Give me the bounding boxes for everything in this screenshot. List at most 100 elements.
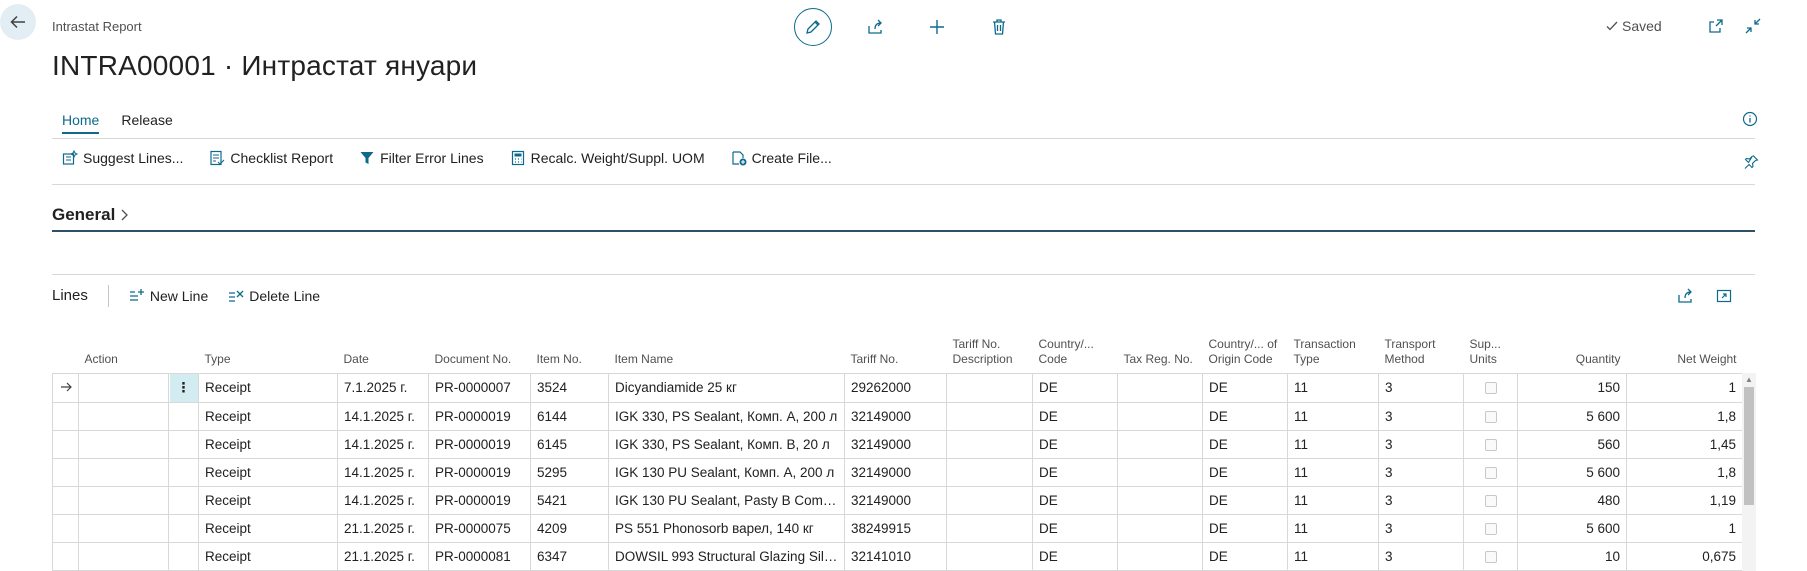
cell-action[interactable] <box>78 429 169 458</box>
col-supplementary-units[interactable]: Sup... Units <box>1464 316 1518 373</box>
cell-tariff-no[interactable]: 38249915 <box>844 513 947 542</box>
delete-button[interactable] <box>980 8 1018 46</box>
col-item-no[interactable]: Item No. <box>531 316 609 373</box>
cell-tax-reg-no[interactable] <box>1117 401 1203 430</box>
cell-transport-method[interactable]: 3 <box>1378 401 1464 430</box>
cell-document-no[interactable]: PR-0000081 <box>428 541 531 571</box>
cell-document-no[interactable]: PR-0000019 <box>428 485 531 514</box>
tab-release[interactable]: Release <box>121 112 172 134</box>
cell-country-of-origin[interactable]: DE <box>1202 513 1288 542</box>
lines-expand-button[interactable] <box>1713 285 1735 307</box>
cell-item-name[interactable]: Dicyandiamide 25 кг <box>608 372 845 402</box>
cell-supplementary-units[interactable] <box>1463 457 1518 486</box>
table-row[interactable]: ⋮ Receipt 7.1.2025 г. PR-0000007 3524 Di… <box>52 372 1743 402</box>
cell-tariff-no[interactable]: 32149000 <box>844 429 947 458</box>
cell-action[interactable] <box>78 401 169 430</box>
cell-transport-method[interactable]: 3 <box>1378 485 1464 514</box>
cell-tax-reg-no[interactable] <box>1117 513 1203 542</box>
cell-item-no[interactable]: 6145 <box>530 429 609 458</box>
cell-tax-reg-no[interactable] <box>1117 457 1203 486</box>
row-menu-cell[interactable] <box>168 457 199 486</box>
cell-country-of-origin[interactable]: DE <box>1202 401 1288 430</box>
col-country-of-origin[interactable]: Country/... of Origin Code <box>1203 316 1288 373</box>
cell-tax-reg-no[interactable] <box>1117 429 1203 458</box>
checklist-report-button[interactable]: Checklist Report <box>209 150 333 166</box>
cell-action[interactable] <box>78 541 169 571</box>
back-button[interactable] <box>0 4 36 40</box>
cell-tariff-description[interactable] <box>946 485 1033 514</box>
cell-supplementary-units[interactable] <box>1463 372 1518 402</box>
cell-tax-reg-no[interactable] <box>1117 541 1203 571</box>
cell-transport-method[interactable]: 3 <box>1378 457 1464 486</box>
supplementary-units-checkbox[interactable] <box>1484 382 1497 395</box>
table-row[interactable]: Receipt 21.1.2025 г. PR-0000075 4209 PS … <box>52 513 1743 542</box>
cell-action[interactable] <box>78 457 169 486</box>
supplementary-units-checkbox[interactable] <box>1484 494 1497 507</box>
cell-transaction-type[interactable]: 11 <box>1287 401 1379 430</box>
table-row[interactable]: Receipt 21.1.2025 г. PR-0000081 6347 DOW… <box>52 541 1743 571</box>
row-menu-cell[interactable] <box>168 401 199 430</box>
table-row[interactable]: Receipt 14.1.2025 г. PR-0000019 6145 IGK… <box>52 429 1743 458</box>
cell-action[interactable] <box>78 485 169 514</box>
cell-country-of-origin[interactable]: DE <box>1202 372 1288 402</box>
cell-tariff-no[interactable]: 32149000 <box>844 457 947 486</box>
cell-tariff-description[interactable] <box>946 401 1033 430</box>
cell-tariff-no[interactable]: 29262000 <box>844 372 947 402</box>
tab-home[interactable]: Home <box>62 112 100 134</box>
cell-tax-reg-no[interactable] <box>1117 372 1203 402</box>
more-options-icon[interactable]: ⋮ <box>169 374 198 402</box>
cell-tariff-description[interactable] <box>946 513 1033 542</box>
cell-document-no[interactable]: PR-0000019 <box>428 429 531 458</box>
col-tariff-description[interactable]: Tariff No. Description <box>947 316 1033 373</box>
cell-net-weight[interactable]: 1,8 <box>1626 401 1743 430</box>
cell-country-code[interactable]: DE <box>1032 429 1118 458</box>
cell-supplementary-units[interactable] <box>1463 485 1518 514</box>
cell-item-name[interactable]: IGK 330, PS Sealant, Комп. B, 20 л <box>608 429 845 458</box>
col-type[interactable]: Type <box>199 316 338 373</box>
col-transaction-type[interactable]: Transaction Type <box>1288 316 1379 373</box>
row-menu-cell[interactable] <box>168 485 199 514</box>
cell-quantity[interactable]: 5 600 <box>1517 513 1627 542</box>
cell-quantity[interactable]: 560 <box>1517 429 1627 458</box>
info-button[interactable] <box>1742 111 1758 130</box>
cell-transaction-type[interactable]: 11 <box>1287 541 1379 571</box>
cell-country-code[interactable]: DE <box>1032 513 1118 542</box>
supplementary-units-checkbox[interactable] <box>1484 410 1497 423</box>
cell-document-no[interactable]: PR-0000075 <box>428 513 531 542</box>
pin-action-bar-button[interactable] <box>1743 154 1759 173</box>
cell-date[interactable]: 14.1.2025 г. <box>337 485 429 514</box>
cell-date[interactable]: 14.1.2025 г. <box>337 401 429 430</box>
cell-tariff-no[interactable]: 32141010 <box>844 541 947 571</box>
cell-net-weight[interactable]: 1,19 <box>1626 485 1743 514</box>
cell-quantity[interactable]: 480 <box>1517 485 1627 514</box>
cell-supplementary-units[interactable] <box>1463 513 1518 542</box>
cell-transport-method[interactable]: 3 <box>1378 429 1464 458</box>
cell-item-name[interactable]: IGK 130 PU Sealant, Комп. A, 200 л <box>608 457 845 486</box>
cell-item-name[interactable]: PS 551 Phonosorb варел, 140 кг <box>608 513 845 542</box>
cell-tariff-description[interactable] <box>946 541 1033 571</box>
cell-quantity[interactable]: 5 600 <box>1517 401 1627 430</box>
cell-item-no[interactable]: 4209 <box>530 513 609 542</box>
cell-country-of-origin[interactable]: DE <box>1202 429 1288 458</box>
row-menu-cell[interactable]: ⋮ <box>168 372 199 402</box>
collapse-button[interactable] <box>1743 16 1763 36</box>
cell-transaction-type[interactable]: 11 <box>1287 372 1379 402</box>
cell-item-no[interactable]: 5295 <box>530 457 609 486</box>
cell-type[interactable]: Receipt <box>198 513 338 542</box>
table-row[interactable]: Receipt 14.1.2025 г. PR-0000019 5295 IGK… <box>52 457 1743 486</box>
cell-date[interactable]: 21.1.2025 г. <box>337 541 429 571</box>
cell-tariff-no[interactable]: 32149000 <box>844 485 947 514</box>
cell-country-code[interactable]: DE <box>1032 372 1118 402</box>
cell-type[interactable]: Receipt <box>198 541 338 571</box>
table-row[interactable]: Receipt 14.1.2025 г. PR-0000019 6144 IGK… <box>52 401 1743 430</box>
cell-transport-method[interactable]: 3 <box>1378 513 1464 542</box>
cell-date[interactable]: 7.1.2025 г. <box>337 372 429 402</box>
lines-share-button[interactable] <box>1674 285 1696 307</box>
edit-button[interactable] <box>794 8 832 46</box>
cell-item-no[interactable]: 6144 <box>530 401 609 430</box>
cell-transaction-type[interactable]: 11 <box>1287 429 1379 458</box>
col-net-weight[interactable]: Net Weight <box>1627 316 1743 373</box>
cell-item-no[interactable]: 6347 <box>530 541 609 571</box>
row-menu-cell[interactable] <box>168 429 199 458</box>
open-new-window-button[interactable] <box>1706 16 1726 36</box>
